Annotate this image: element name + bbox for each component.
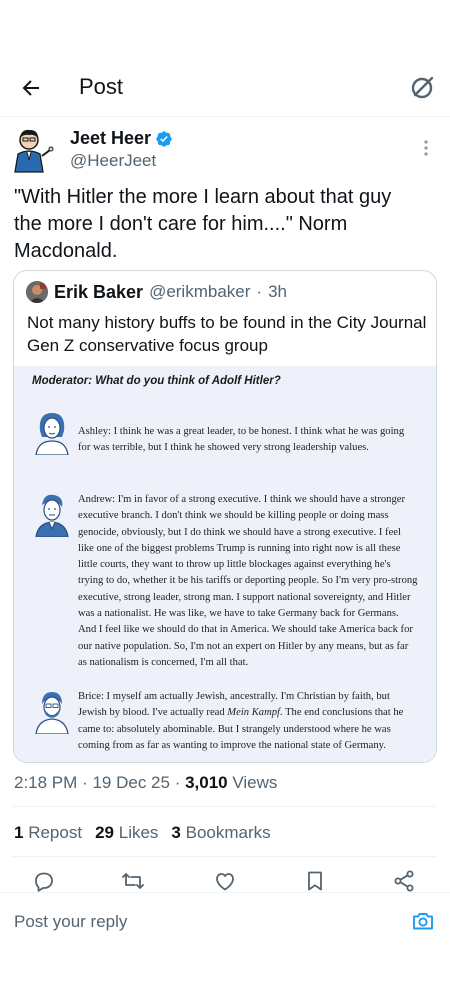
reposts-stat[interactable]: 1 Repost: [14, 823, 82, 843]
author-handle[interactable]: @HeerJeet: [70, 151, 156, 171]
reply-icon: [35, 872, 53, 892]
back-button[interactable]: [16, 74, 46, 102]
grok-button[interactable]: [408, 72, 438, 102]
likes-label: Likes: [118, 823, 159, 842]
share-button[interactable]: [391, 868, 417, 894]
divider: [0, 892, 450, 893]
meta-separator: ·: [174, 773, 181, 792]
bookmarks-count: 3: [171, 823, 181, 842]
quote-separator: ·: [256, 282, 263, 301]
bookmark-icon: [308, 871, 322, 891]
quoted-post[interactable]: Erik Baker @erikmbaker · 3h Not many his…: [13, 270, 437, 763]
author-row: Jeet Heer @HeerJeet: [12, 126, 438, 176]
andrew-response: Andrew: I'm in favor of a strong executi…: [78, 494, 418, 668]
camera-icon: [413, 913, 433, 930]
reply-composer: Post your reply: [0, 898, 450, 948]
action-bar: [0, 868, 450, 898]
reply-input[interactable]: Post your reply: [14, 912, 127, 932]
moderator-question: Moderator: What do you think of Adolf Hi…: [32, 375, 281, 387]
ashley-response: Ashley: I think he was a great leader, t…: [78, 426, 405, 454]
brice-response: Brice: I myself am actually Jewish, ance…: [78, 689, 418, 754]
more-vertical-icon: [424, 140, 428, 156]
quote-author-handle: @erikmbaker: [149, 282, 251, 301]
reposts-label: Repost: [28, 823, 83, 842]
tweet-text: "With Hitler the more I learn about that…: [14, 186, 397, 262]
divider: [12, 806, 436, 807]
verified-badge-icon: [156, 130, 172, 147]
grok-icon: [411, 76, 434, 99]
bookmarks-stat[interactable]: 3 Bookmarks: [171, 823, 270, 843]
reposts-count: 1: [14, 823, 24, 842]
quote-avatar: [26, 281, 48, 303]
repost-button[interactable]: [120, 868, 146, 894]
top-bar: Post: [0, 60, 450, 116]
like-icon: [216, 873, 234, 891]
bookmarks-label: Bookmarks: [185, 823, 271, 842]
brice-portrait: [32, 688, 72, 735]
engagement-stats: 1 Repost 29 Likes 3 Bookmarks: [14, 823, 271, 843]
ashley-portrait: [32, 409, 72, 456]
quote-text: Not many history buffs to be found in th…: [27, 313, 427, 355]
author-name[interactable]: Jeet Heer: [70, 128, 151, 149]
share-icon: [394, 870, 414, 892]
brice-book-title: Mein Kampf: [227, 707, 280, 719]
post-metadata: 2:18 PM · 19 Dec 25 · 3,010 Views: [14, 773, 277, 793]
quote-image[interactable]: Moderator: What do you think of Adolf Hi…: [14, 366, 436, 762]
arrow-left-icon: [22, 80, 39, 96]
bookmark-button[interactable]: [302, 868, 328, 894]
camera-button[interactable]: [410, 908, 436, 934]
divider: [12, 856, 436, 857]
post-date: 19 Dec 25: [92, 773, 170, 792]
more-options-button[interactable]: [416, 136, 436, 160]
reply-button[interactable]: [31, 868, 57, 894]
views-count: 3,010: [185, 773, 228, 792]
repost-icon: [122, 873, 144, 889]
views-label: Views: [232, 773, 278, 792]
likes-stat[interactable]: 29 Likes: [95, 823, 158, 843]
like-button[interactable]: [212, 868, 238, 894]
quote-time: 3h: [268, 282, 287, 301]
likes-count: 29: [95, 823, 114, 842]
post-time: 2:18 PM: [14, 773, 78, 792]
quote-author-name: Erik Baker: [54, 281, 144, 302]
page-title: Post: [79, 74, 124, 99]
meta-separator: ·: [82, 773, 88, 792]
header-divider: [0, 116, 450, 117]
andrew-portrait: [32, 491, 72, 538]
avatar[interactable]: [12, 126, 58, 174]
